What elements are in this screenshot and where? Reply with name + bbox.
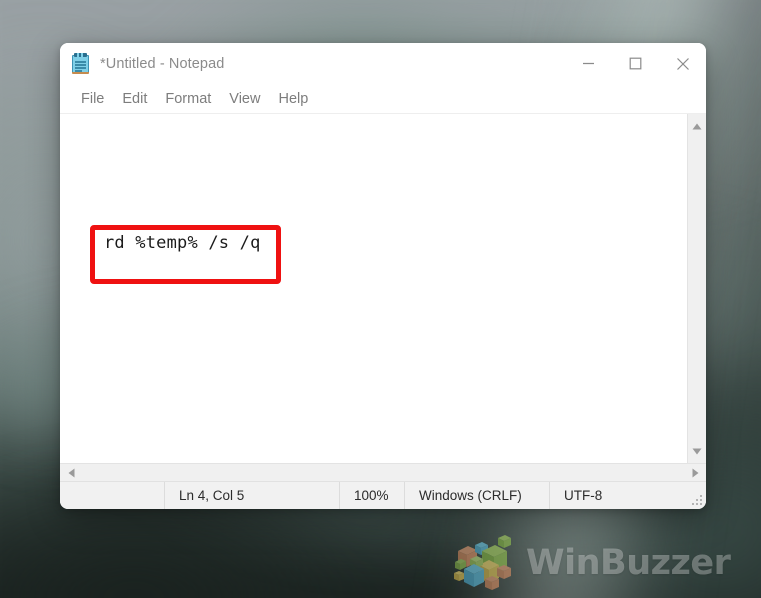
scroll-up-button[interactable] (688, 118, 706, 134)
close-button[interactable] (659, 43, 706, 84)
menu-item-format[interactable]: Format (156, 89, 220, 109)
window-controls (565, 43, 706, 84)
horizontal-scrollbar[interactable] (60, 463, 706, 481)
menu-bar: File Edit Format View Help (60, 84, 706, 114)
close-icon (676, 57, 689, 70)
editor-text-line: rd %temp% /s /q (104, 233, 261, 253)
scroll-down-arrow-icon (692, 448, 702, 454)
status-zoom-level[interactable]: 100% (340, 482, 405, 509)
scroll-up-arrow-icon (692, 123, 702, 129)
text-editor[interactable]: rd %temp% /s /q (60, 114, 687, 463)
notepad-icon (71, 53, 90, 74)
scroll-left-arrow-icon (68, 468, 74, 477)
title-bar[interactable]: *Untitled - Notepad (60, 43, 706, 84)
scroll-right-button[interactable] (687, 464, 703, 482)
vertical-scrollbar[interactable] (687, 114, 706, 463)
resize-grip[interactable] (691, 494, 702, 505)
window-title: *Untitled - Notepad (100, 55, 225, 72)
status-encoding[interactable]: UTF-8 (550, 482, 706, 509)
status-spacer (60, 482, 165, 509)
minimize-button[interactable] (565, 43, 612, 84)
menu-item-view[interactable]: View (220, 89, 269, 109)
maximize-icon (629, 57, 642, 70)
minimize-icon (583, 62, 594, 65)
scroll-right-arrow-icon (692, 468, 698, 477)
scroll-down-button[interactable] (688, 443, 706, 459)
desktop-background: *Untitled - Notepad File Edit Format Vie… (0, 0, 761, 598)
menu-item-edit[interactable]: Edit (113, 89, 156, 109)
status-cursor-position[interactable]: Ln 4, Col 5 (165, 482, 340, 509)
status-bar: Ln 4, Col 5 100% Windows (CRLF) UTF-8 (60, 481, 706, 509)
menu-item-file[interactable]: File (72, 89, 113, 109)
menu-item-help[interactable]: Help (269, 89, 317, 109)
status-line-ending[interactable]: Windows (CRLF) (405, 482, 550, 509)
scroll-left-button[interactable] (63, 464, 79, 482)
notepad-window: *Untitled - Notepad File Edit Format Vie… (60, 43, 706, 509)
maximize-button[interactable] (612, 43, 659, 84)
editor-region: rd %temp% /s /q (60, 114, 706, 463)
